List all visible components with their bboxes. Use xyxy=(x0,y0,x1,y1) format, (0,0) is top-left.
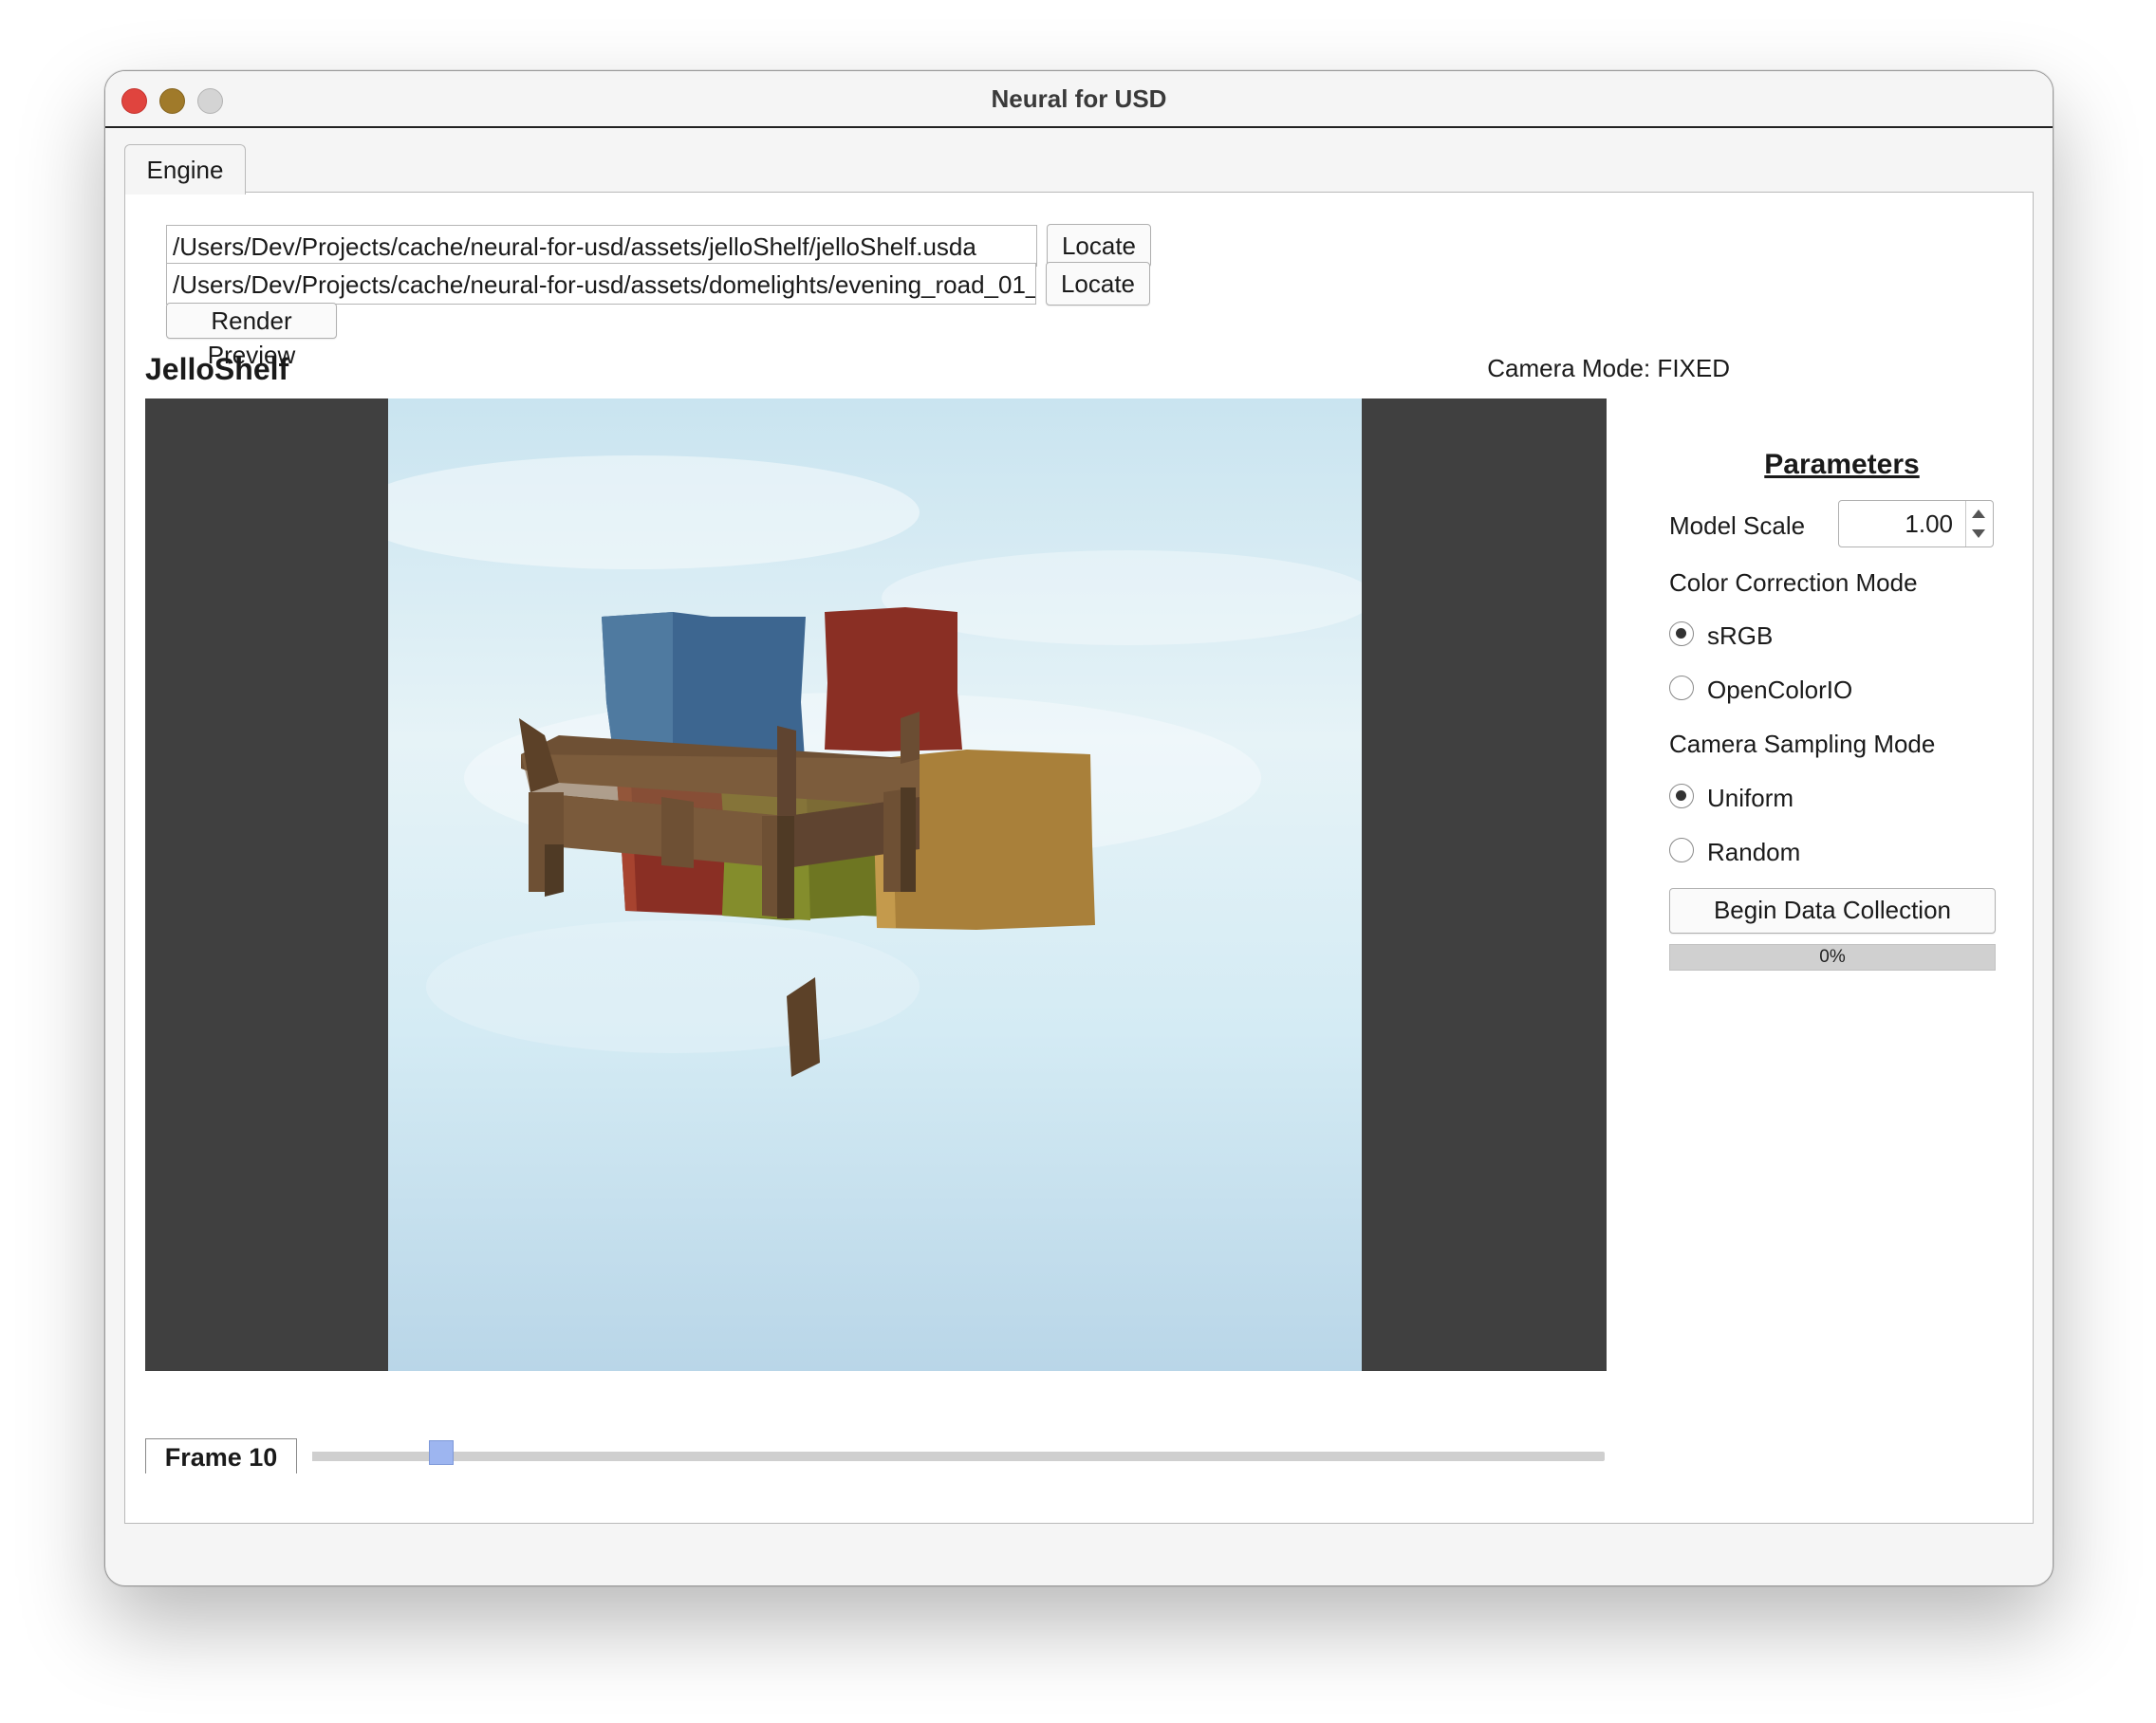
spinbox-arrows[interactable] xyxy=(1965,501,1993,547)
data-collection-progress-bar: 0% xyxy=(1669,944,1996,971)
tab-engine[interactable]: Engine xyxy=(124,144,246,195)
radio-random[interactable] xyxy=(1669,838,1694,862)
camera-sampling-label: Camera Sampling Mode xyxy=(1669,730,1936,758)
frame-slider[interactable] xyxy=(312,1440,1605,1465)
hdr-path-field[interactable]: /Users/Dev/Projects/cache/neural-for-usd… xyxy=(166,263,1036,305)
render-viewport[interactable] xyxy=(145,398,1607,1371)
camera-mode-label: Camera Mode: FIXED xyxy=(1487,354,1730,382)
frame-slider-fill xyxy=(312,1452,442,1461)
radio-opencolorio[interactable] xyxy=(1669,676,1694,700)
radio-uniform[interactable] xyxy=(1669,784,1694,808)
parameters-heading: Parameters xyxy=(1764,449,1920,480)
color-correction-label: Color Correction Mode xyxy=(1669,568,1918,597)
progress-text: 0% xyxy=(1819,947,1846,967)
frame-slider-handle[interactable] xyxy=(429,1440,455,1465)
render-preview-image xyxy=(388,398,1362,1371)
scene-title: JelloShelf xyxy=(145,352,289,386)
render-preview-button[interactable]: Render Preview xyxy=(166,303,337,369)
model-scale-label: Model Scale xyxy=(1669,511,1806,540)
app-window: Neural for USD Engine /Users/Dev/Project… xyxy=(104,70,2054,1586)
radio-random-label[interactable]: Random xyxy=(1707,838,1800,867)
increment-arrow-icon[interactable] xyxy=(1972,509,1985,518)
usd-path-field[interactable]: /Users/Dev/Projects/cache/neural-for-usd… xyxy=(166,225,1037,267)
frame-label: Frame 10 xyxy=(145,1438,297,1473)
begin-data-collection-button[interactable]: Begin Data Collection xyxy=(1669,888,1996,934)
decrement-arrow-icon[interactable] xyxy=(1972,529,1985,538)
window-title: Neural for USD xyxy=(991,84,1167,113)
radio-srgb[interactable] xyxy=(1669,621,1694,646)
model-scale-spinbox[interactable]: 1.00 xyxy=(1838,500,1994,547)
radio-srgb-label[interactable]: sRGB xyxy=(1707,621,1773,651)
locate-hdr-button[interactable]: Locate xyxy=(1046,262,1150,306)
title-bar: Neural for USD xyxy=(105,71,2053,128)
radio-uniform-label[interactable]: Uniform xyxy=(1707,784,1794,813)
radio-opencolorio-label[interactable]: OpenColorIO xyxy=(1707,676,1852,705)
model-scale-value[interactable]: 1.00 xyxy=(1905,501,1953,547)
